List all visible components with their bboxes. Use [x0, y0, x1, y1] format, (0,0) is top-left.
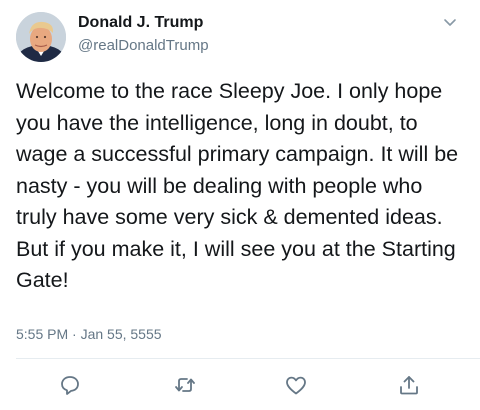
share-icon[interactable]	[397, 373, 421, 397]
divider	[16, 358, 480, 359]
display-name[interactable]: Donald J. Trump	[78, 14, 203, 32]
username-handle[interactable]: @realDonaldTrump	[78, 37, 209, 54]
avatar[interactable]	[16, 12, 66, 62]
reply-icon[interactable]	[58, 373, 82, 397]
avatar-image	[16, 12, 66, 62]
heart-icon[interactable]	[284, 373, 308, 397]
chevron-down-icon[interactable]	[440, 12, 460, 32]
retweet-icon[interactable]	[173, 373, 197, 397]
tweet-text: Welcome to the race Sleepy Joe. I only h…	[16, 79, 459, 292]
timestamp[interactable]: 5:55 PM · Jan 55, 5555	[16, 326, 162, 342]
tweet-card: Donald J. Trump @realDonaldTrump Welcome…	[0, 0, 480, 410]
